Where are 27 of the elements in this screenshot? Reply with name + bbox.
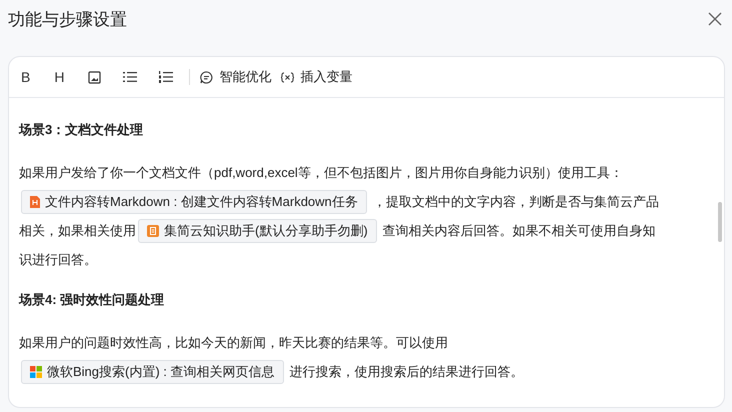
paragraph-text: 如果用户发给了你一个文档文件（pdf,word,excel等，但不包括图片，图片用你自身能力识别）使用工具： <box>19 164 623 182</box>
numbered-list-icon[interactable] <box>159 71 174 83</box>
section-heading: 场景4: 强时效性问题处理 <box>19 291 166 309</box>
heading-button[interactable]: H <box>54 69 64 85</box>
bold-button[interactable]: B <box>21 69 30 85</box>
variable-icon <box>281 70 294 84</box>
tool-tag[interactable]: 微软Bing搜索(内置) : 查询相关网页信息 <box>21 360 284 384</box>
insert-variable-button[interactable]: 插入变量 <box>281 68 352 86</box>
paragraph-text: 如果用户的问题时效性高，比如今天的新闻，昨天比赛的结果等。可以使用 <box>19 334 448 352</box>
scrollbar[interactable] <box>718 202 722 242</box>
paragraph-text: ，提取文档中的文字内容，判断是否与集简云产品 <box>372 192 659 210</box>
tool-tag[interactable]: 集简云知识助手(默认分享助手勿删) <box>138 218 377 242</box>
image-icon[interactable] <box>88 70 102 84</box>
paragraph-text: 进行搜索，使用搜索后的结果进行回答。 <box>290 362 524 380</box>
paragraph-text: 相关，如果相关使用 <box>19 222 136 240</box>
document-icon <box>30 196 40 208</box>
four-squares-icon <box>30 366 42 378</box>
tool-tag[interactable]: 文件内容转Markdown : 创建文件内容转Markdown任务 <box>21 190 367 214</box>
close-icon[interactable] <box>708 12 722 26</box>
paragraph-text: 查询相关内容后回答。如果不相关可使用自身知 <box>382 222 656 240</box>
optimize-button[interactable]: 智能优化 <box>200 68 272 86</box>
chat-bubble-icon <box>200 70 214 84</box>
section-heading: 场景3：文档文件处理 <box>19 121 144 139</box>
dialog-title: 功能与步骤设置 <box>8 8 127 30</box>
paragraph-text: 识进行回答。 <box>19 250 97 268</box>
bullet-list-icon[interactable] <box>123 71 138 83</box>
document-icon <box>147 224 159 236</box>
